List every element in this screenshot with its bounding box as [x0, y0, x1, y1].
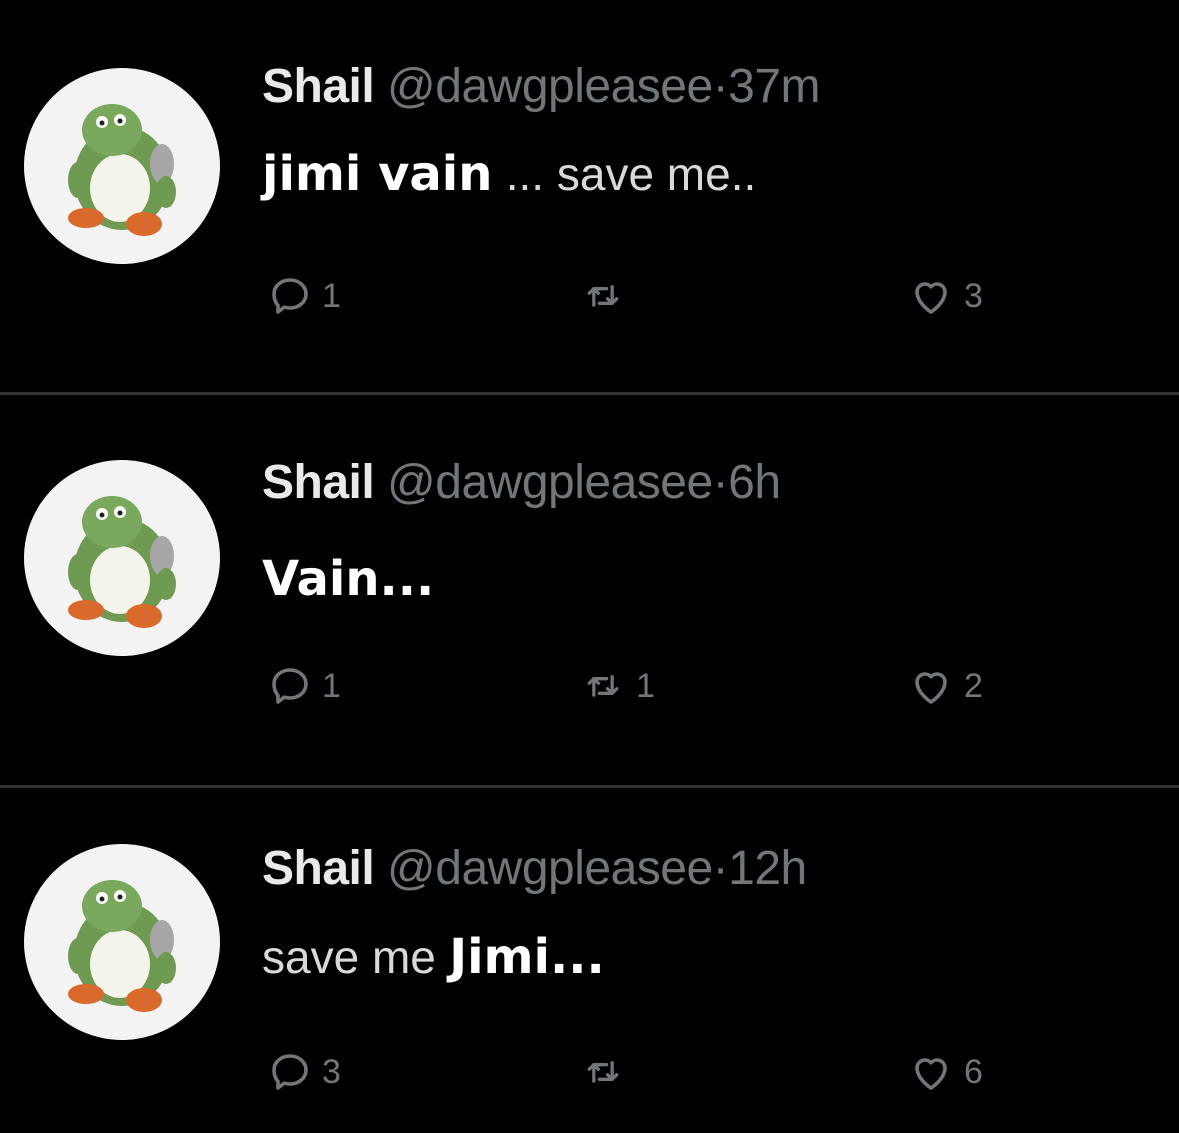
- author-name[interactable]: Shail: [262, 60, 375, 113]
- reply-count: 1: [322, 666, 341, 705]
- separator-dot: ·: [712, 842, 729, 895]
- reply-icon: [272, 1054, 308, 1090]
- author-handle[interactable]: @dawgpleasee: [387, 842, 713, 895]
- overlay-text: Vain...: [262, 551, 435, 607]
- separator-dot: ·: [712, 456, 729, 509]
- heart-icon: [915, 1058, 947, 1090]
- heart-icon: [915, 282, 947, 314]
- avatar[interactable]: [24, 68, 220, 264]
- retweet-button[interactable]: [578, 274, 636, 318]
- like-button[interactable]: 6: [906, 1048, 983, 1096]
- retweet-icon: [587, 285, 619, 307]
- author-handle[interactable]: @dawgpleasee: [387, 60, 713, 113]
- retweet-icon: [587, 675, 619, 697]
- avatar[interactable]: [24, 460, 220, 656]
- avatar[interactable]: [24, 844, 220, 1040]
- tweet[interactable]: Shail @dawgpleasee·37m jimi vain ... sav…: [0, 0, 1179, 392]
- author-handle[interactable]: @dawgpleasee: [387, 456, 713, 509]
- yoshi-avatar-icon: [68, 104, 176, 236]
- timestamp[interactable]: 37m: [728, 60, 820, 113]
- tweet[interactable]: Shail @dawgpleasee·12h save me Jimi... 3: [0, 788, 1179, 1133]
- plain-text: ... save me..: [505, 148, 757, 200]
- timestamp[interactable]: 6h: [728, 456, 781, 509]
- reply-button[interactable]: 1: [266, 662, 341, 710]
- like-count: 6: [964, 1052, 983, 1091]
- tweet-header: Shail @dawgpleasee·37m: [262, 58, 821, 116]
- reply-count: 3: [322, 1052, 341, 1091]
- like-button[interactable]: 2: [906, 662, 983, 710]
- tweet[interactable]: Shail @dawgpleasee·6h Vain... 1 1 2: [0, 396, 1179, 784]
- tweet-text: save me Jimi...: [262, 928, 605, 987]
- tweet-text: Vain...: [262, 550, 434, 609]
- divider: [0, 392, 1179, 395]
- reply-button[interactable]: 3: [266, 1048, 341, 1096]
- heart-icon: [915, 672, 947, 704]
- reply-icon: [272, 668, 308, 704]
- tweet-header: Shail @dawgpleasee·6h: [262, 454, 781, 512]
- tweet-actions: 3 6: [0, 1048, 1179, 1108]
- separator-dot: ·: [712, 60, 729, 113]
- tweet-actions: 1 3: [0, 272, 1179, 332]
- yoshi-avatar-icon: [68, 496, 176, 628]
- overlay-text: Jimi...: [449, 929, 605, 985]
- retweet-icon: [587, 1061, 619, 1083]
- retweet-count: 1: [636, 666, 655, 705]
- author-name[interactable]: Shail: [262, 456, 375, 509]
- yoshi-avatar-icon: [68, 880, 176, 1012]
- retweet-button[interactable]: 1: [578, 664, 655, 708]
- like-count: 3: [964, 276, 983, 315]
- tweet-actions: 1 1 2: [0, 662, 1179, 722]
- overlay-text: jimi vain: [262, 146, 493, 202]
- like-button[interactable]: 3: [906, 272, 983, 320]
- timestamp[interactable]: 12h: [728, 842, 807, 895]
- retweet-button[interactable]: [578, 1050, 636, 1094]
- reply-count: 1: [322, 276, 341, 315]
- tweet-feed: Shail @dawgpleasee·37m jimi vain ... sav…: [0, 0, 1179, 1133]
- plain-text: save me: [262, 931, 436, 983]
- tweet-header: Shail @dawgpleasee·12h: [262, 840, 807, 898]
- author-name[interactable]: Shail: [262, 842, 375, 895]
- tweet-text: jimi vain ... save me..: [262, 145, 756, 204]
- like-count: 2: [964, 666, 983, 705]
- reply-icon: [272, 278, 308, 314]
- reply-button[interactable]: 1: [266, 272, 341, 320]
